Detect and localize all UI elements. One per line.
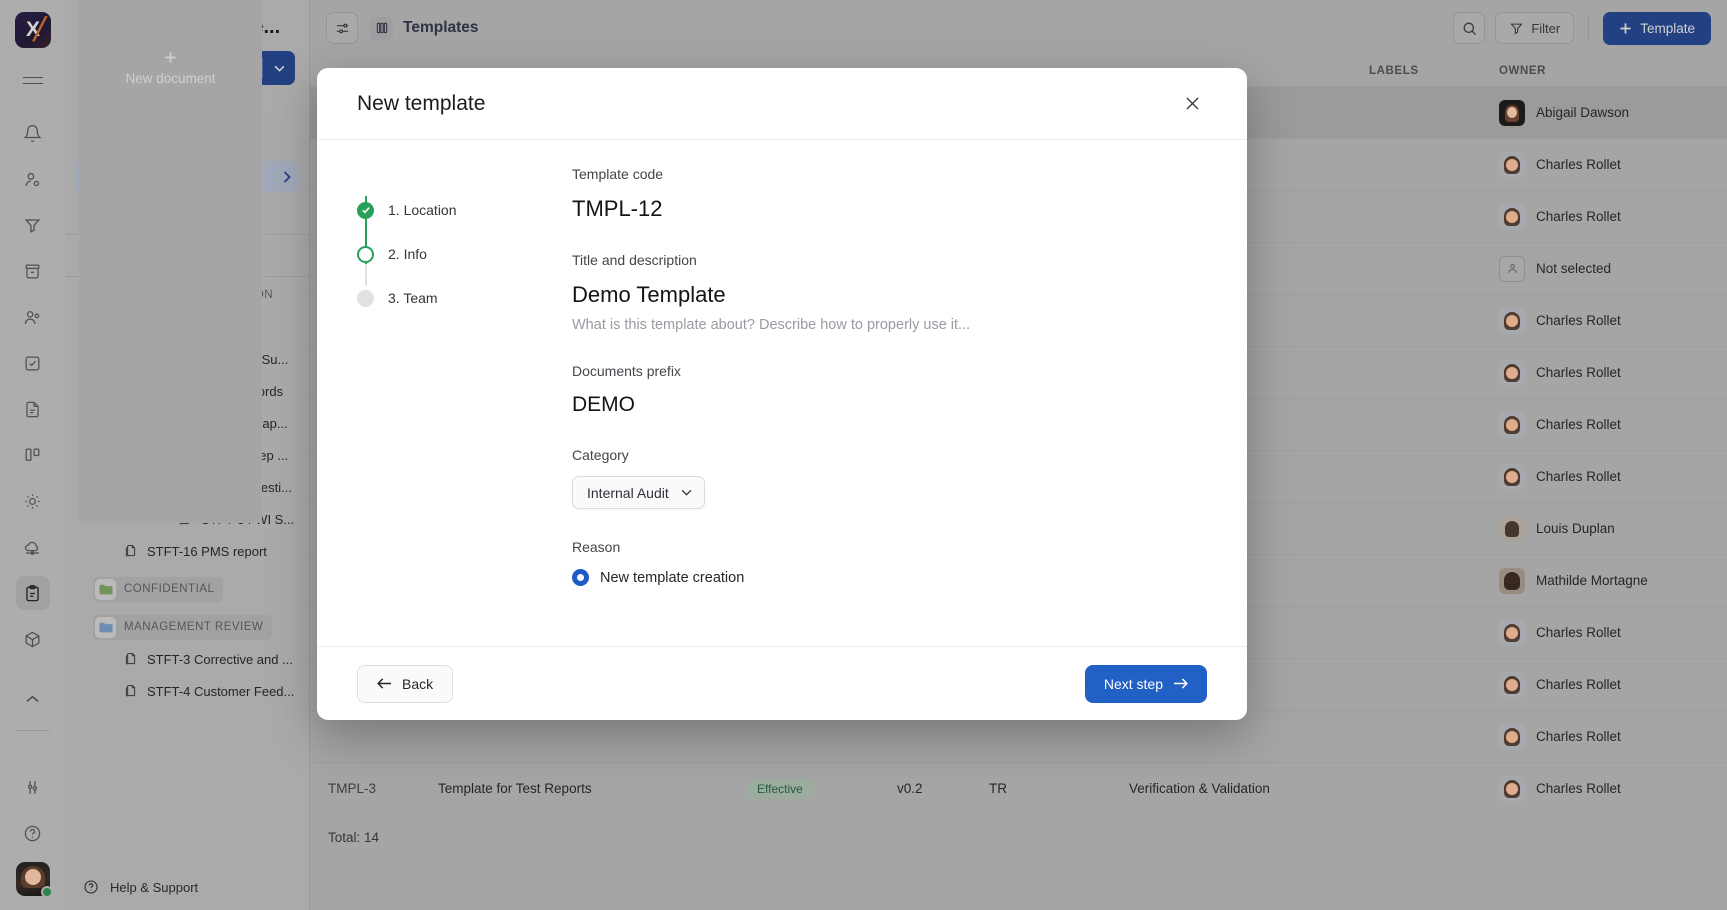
chevron-down-icon [681,489,692,496]
template-code-value: TMPL-12 [572,196,1207,222]
category-select[interactable]: Internal Audit [572,476,705,509]
step-check-icon [357,202,374,219]
description-input[interactable]: What is this template about? Describe ho… [572,317,1207,333]
field-documents-prefix: Documents prefix DEMO [572,363,1207,417]
modal-footer: Back Next step [317,646,1247,720]
prefix-input[interactable]: DEMO [572,393,1207,417]
field-label: Template code [572,166,1207,182]
field-label: Reason [572,539,1207,555]
step-label: 1. Location [388,202,457,218]
step-info[interactable]: 2. Info [357,232,537,276]
field-label: Category [572,447,1207,463]
modal-body: 1. Location 2. Info 3. Team Template cod… [317,140,1247,646]
back-label: Back [402,676,433,692]
step-label: 2. Info [388,246,427,262]
step-current-icon [357,246,374,263]
next-label: Next step [1104,676,1163,692]
field-category: Category Internal Audit [572,447,1207,509]
template-form: Template code TMPL-12 Title and descript… [537,166,1207,646]
reason-radio-option[interactable]: New template creation [572,569,1207,586]
back-button[interactable]: Back [357,665,453,703]
modal-header: New template [317,68,1247,140]
field-label: Title and description [572,252,1207,268]
close-icon[interactable] [1177,89,1207,119]
step-location[interactable]: 1. Location [357,188,537,232]
step-indicator: 1. Location 2. Info 3. Team [357,166,537,646]
field-reason: Reason New template creation [572,539,1207,586]
step-label: 3. Team [388,290,438,306]
category-value: Internal Audit [587,485,669,501]
step-todo-icon [357,290,374,307]
next-step-button[interactable]: Next step [1085,665,1207,703]
step-connector [365,264,367,286]
reason-option-label: New template creation [600,570,744,586]
radio-selected-icon [572,569,589,586]
modal-title: New template [357,92,485,116]
title-input[interactable]: Demo Template [572,282,1207,308]
field-title-description: Title and description Demo Template What… [572,252,1207,333]
new-template-modal: New template 1. Location 2. Info [317,68,1247,720]
field-template-code: Template code TMPL-12 [572,166,1207,222]
field-label: Documents prefix [572,363,1207,379]
step-team[interactable]: 3. Team [357,276,537,320]
